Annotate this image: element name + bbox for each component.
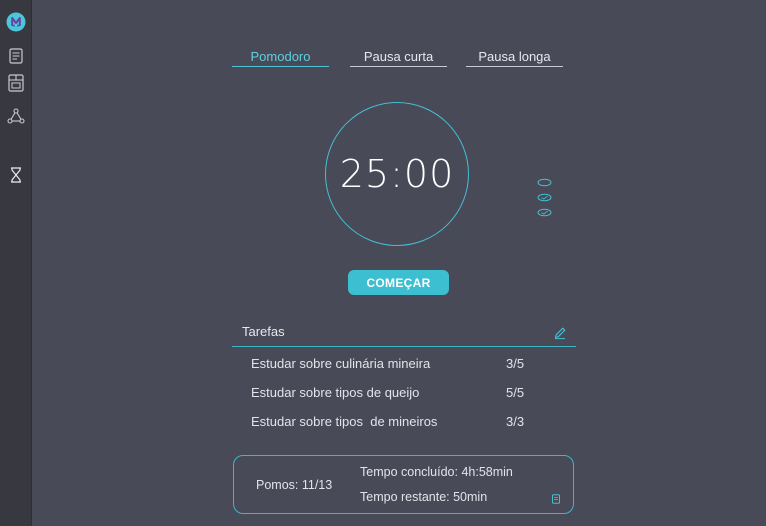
- timer-display: 25:00: [339, 152, 455, 196]
- app-window: Pomodoro Pausa curta Pausa longa 25:00 C…: [0, 0, 766, 526]
- tab-long-break[interactable]: Pausa longa: [466, 48, 563, 67]
- sidebar-item-timer[interactable]: [5, 164, 26, 185]
- remaining-time: Tempo restante: 50min: [360, 490, 488, 504]
- sidebar-item-notes[interactable]: [5, 45, 26, 66]
- document-icon: [8, 47, 23, 64]
- task-name: Estudar sobre tipos de queijo: [251, 385, 420, 400]
- checked-pomodoro-icon: [537, 208, 552, 217]
- checked-pomodoro-icon: [537, 193, 552, 202]
- pomodoro-indicators: [537, 178, 553, 223]
- summary-card: Pomos: 11/13 Tempo concluído: 4h:58min T…: [233, 455, 574, 514]
- task-list-title: Tarefas: [242, 324, 285, 339]
- task-progress: 5/5: [506, 385, 525, 400]
- timer-ring: 25:00: [325, 102, 469, 246]
- report-icon[interactable]: [551, 494, 561, 504]
- edit-pencil-icon[interactable]: [553, 326, 567, 340]
- sidebar: [0, 0, 32, 526]
- board-icon: [7, 73, 24, 92]
- tab-short-break[interactable]: Pausa curta: [350, 48, 447, 67]
- task-name: Estudar sobre tipos de mineiros: [251, 414, 438, 429]
- task-progress: 3/5: [506, 356, 525, 371]
- app-logo[interactable]: [5, 11, 26, 32]
- graph-icon: [6, 107, 25, 124]
- logo-icon: [6, 12, 25, 31]
- completed-time: Tempo concluído: 4h:58min: [360, 465, 513, 479]
- hourglass-icon: [10, 166, 21, 183]
- start-button[interactable]: COMEÇAR: [348, 270, 449, 295]
- task-name: Estudar sobre culinária mineira: [251, 356, 431, 371]
- tab-pomodoro[interactable]: Pomodoro: [232, 48, 329, 67]
- task-list: Tarefas Estudar sobre culinária mineira …: [232, 320, 576, 434]
- pomos-count: Pomos: 11/13: [256, 478, 333, 492]
- empty-pomodoro-icon: [537, 178, 552, 187]
- task-row[interactable]: Estudar sobre tipos de queijo 5/5: [232, 376, 576, 405]
- sidebar-item-graph[interactable]: [5, 105, 26, 126]
- sidebar-item-board[interactable]: [5, 72, 26, 93]
- task-row[interactable]: Estudar sobre culinária mineira 3/5: [232, 347, 576, 376]
- task-list-header: Tarefas: [232, 320, 576, 347]
- task-row[interactable]: Estudar sobre tipos de mineiros 3/3: [232, 405, 576, 434]
- task-progress: 3/3: [506, 414, 525, 429]
